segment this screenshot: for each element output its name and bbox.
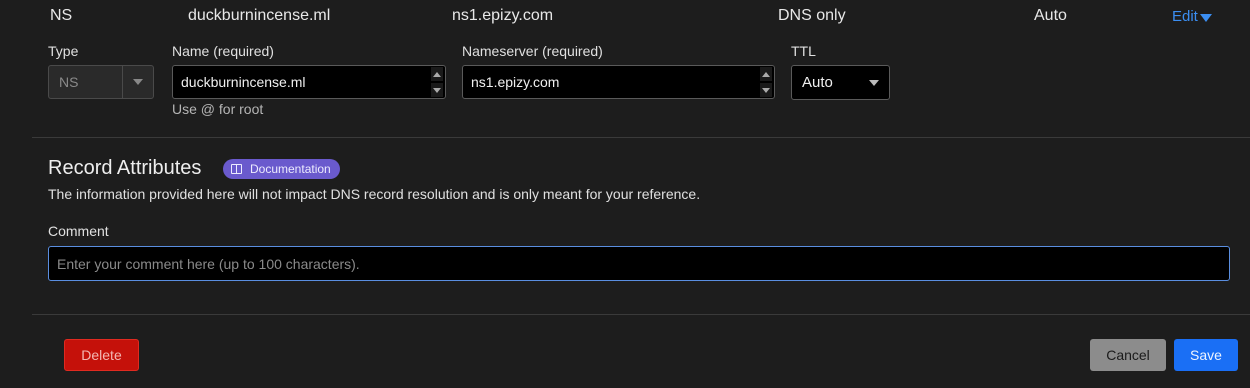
ttl-label: TTL — [791, 43, 816, 59]
divider — [32, 314, 1250, 315]
spinner-up-icon[interactable] — [760, 67, 772, 81]
name-hint: Use @ for root — [172, 101, 264, 117]
caret-down-icon — [1199, 13, 1212, 22]
section-title: Record Attributes — [48, 157, 202, 179]
attributes-info: The information provided here will not i… — [48, 186, 701, 202]
cancel-button[interactable]: Cancel — [1090, 339, 1166, 371]
book-icon — [231, 164, 242, 174]
nameserver-input-value: ns1.epizy.com — [471, 74, 560, 90]
type-select: NS — [48, 65, 154, 99]
record-ttl: Auto — [1034, 7, 1067, 24]
record-name: duckburnincense.ml — [188, 7, 331, 24]
spinner-up-icon[interactable] — [431, 67, 443, 81]
name-label: Name (required) — [172, 43, 274, 59]
nameserver-label: Nameserver (required) — [462, 43, 603, 59]
comment-label: Comment — [48, 223, 109, 239]
name-spinner[interactable] — [431, 67, 443, 97]
delete-button[interactable]: Delete — [64, 339, 139, 371]
documentation-label: Documentation — [250, 162, 331, 176]
type-label: Type — [48, 43, 79, 59]
comment-input[interactable] — [48, 246, 1230, 281]
chevron-down-icon — [133, 79, 143, 85]
spinner-down-icon[interactable] — [760, 83, 772, 97]
record-content: ns1.epizy.com — [452, 7, 554, 24]
nameserver-spinner[interactable] — [760, 67, 772, 97]
spinner-down-icon[interactable] — [431, 83, 443, 97]
type-select-value: NS — [59, 74, 79, 90]
type-select-arrow — [122, 66, 153, 98]
ttl-select[interactable]: Auto — [791, 65, 890, 100]
save-button[interactable]: Save — [1174, 339, 1238, 371]
nameserver-input[interactable]: ns1.epizy.com — [462, 65, 775, 99]
record-type: NS — [50, 7, 73, 24]
documentation-badge[interactable]: Documentation — [223, 159, 340, 179]
chevron-down-icon — [869, 79, 879, 86]
ttl-select-value: Auto — [802, 74, 833, 91]
record-proxy-status: DNS only — [778, 7, 846, 24]
name-input[interactable]: duckburnincense.ml — [172, 65, 446, 99]
edit-label: Edit — [1172, 8, 1198, 25]
name-input-value: duckburnincense.ml — [181, 74, 306, 90]
edit-link[interactable]: Edit — [1172, 8, 1212, 25]
divider — [32, 137, 1250, 138]
